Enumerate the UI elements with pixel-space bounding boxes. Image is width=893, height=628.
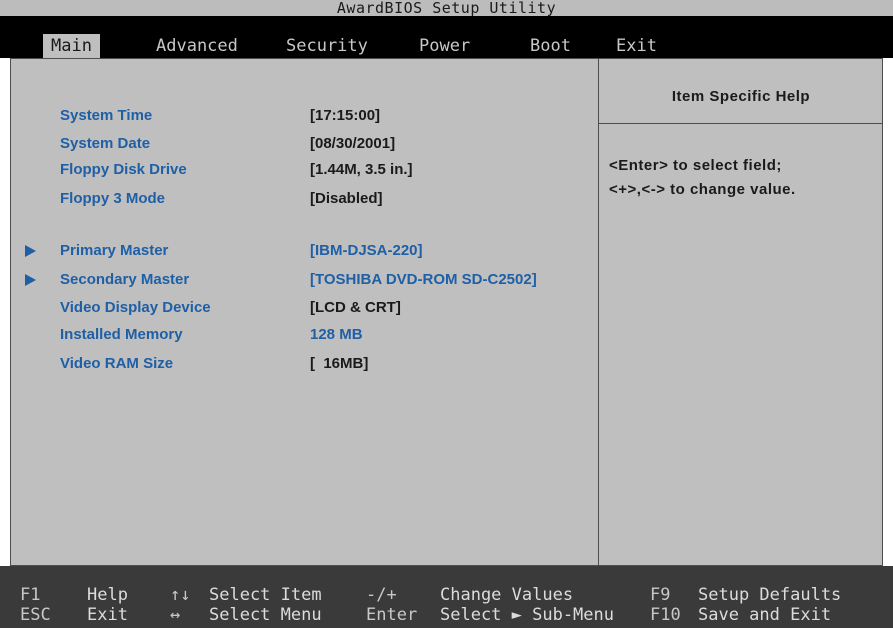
settings-panel: System Time [17:15:00] System Date [08/3… [11, 59, 598, 565]
esc-key: ESC [20, 605, 51, 625]
window-title: AwardBIOS Setup Utility [0, 0, 893, 16]
tab-boot[interactable]: Boot [522, 34, 579, 58]
f10-key: F10 [650, 605, 681, 625]
setting-label: Video Display Device [60, 299, 211, 316]
tab-exit[interactable]: Exit [608, 34, 665, 58]
setting-label: Video RAM Size [60, 355, 174, 372]
setting-label: Floppy 3 Mode [60, 190, 165, 207]
leftright-desc: Select Menu [209, 605, 322, 625]
item-help-panel: Item Specific Help <Enter> to select fie… [598, 59, 883, 565]
help-title: Item Specific Help [599, 59, 883, 124]
enter-key: Enter [366, 605, 418, 625]
setting-system-time[interactable]: System Time [17:15:00] [11, 105, 598, 127]
help-text: <Enter> to select field; <+>,<-> to chan… [599, 154, 883, 202]
tab-advanced[interactable]: Advanced [148, 34, 246, 58]
setting-secondary-master[interactable]: Secondary Master [TOSHIBA DVD-ROM SD-C25… [11, 269, 598, 291]
setting-value[interactable]: [TOSHIBA DVD-ROM SD-C2502] [310, 269, 537, 291]
setting-label: Floppy Disk Drive [60, 161, 187, 178]
setting-value[interactable]: [ 16MB] [310, 353, 368, 375]
setting-value[interactable]: [1.44M, 3.5 in.] [310, 159, 413, 181]
f9-key: F9 [650, 585, 671, 605]
leftright-arrows-icon: ↔ [170, 605, 181, 625]
f1-key: F1 [20, 585, 41, 605]
setup-screen: System Time [17:15:00] System Date [08/3… [10, 58, 883, 566]
setting-value[interactable]: [08/30/2001] [310, 133, 395, 155]
setting-floppy-disk-drive[interactable]: Floppy Disk Drive [1.44M, 3.5 in.] [11, 159, 598, 181]
submenu-arrow-icon [25, 245, 36, 257]
setting-video-display-device[interactable]: Video Display Device [LCD & CRT] [11, 297, 598, 319]
setting-floppy-3-mode[interactable]: Floppy 3 Mode [Disabled] [11, 188, 598, 210]
setting-label: Secondary Master [60, 271, 190, 288]
enter-desc: Select ► Sub-Menu [440, 605, 614, 625]
updown-arrows-icon: ↑↓ [170, 585, 191, 605]
f1-desc: Help [87, 585, 128, 605]
plusminus-desc: Change Values [440, 585, 574, 605]
tab-power[interactable]: Power [411, 34, 478, 58]
updown-desc: Select Item [209, 585, 322, 605]
menu-bar: Main Advanced Security Power Boot Exit [0, 16, 893, 58]
tab-security[interactable]: Security [278, 34, 376, 58]
f10-desc: Save and Exit [698, 605, 832, 625]
f9-desc: Setup Defaults [698, 585, 842, 605]
plusminus-key: -/+ [366, 585, 397, 605]
setting-value[interactable]: [LCD & CRT] [310, 297, 401, 319]
help-line: <+>,<-> to change value. [609, 181, 796, 198]
setting-value[interactable]: [Disabled] [310, 188, 383, 210]
setting-installed-memory: Installed Memory 128 MB [11, 324, 598, 346]
setting-label: Installed Memory [60, 326, 183, 343]
setting-video-ram-size[interactable]: Video RAM Size [ 16MB] [11, 353, 598, 375]
setting-label: System Date [60, 135, 151, 152]
tab-main[interactable]: Main [43, 34, 100, 58]
key-legend: F1 Help ↑↓ Select Item -/+ Change Values… [0, 566, 893, 628]
setting-primary-master[interactable]: Primary Master [IBM-DJSA-220] [11, 240, 598, 262]
setting-system-date[interactable]: System Date [08/30/2001] [11, 133, 598, 155]
setting-value: 128 MB [310, 326, 363, 343]
setting-label: System Time [60, 107, 153, 124]
setting-value[interactable]: [17:15:00] [310, 105, 380, 127]
setting-label: Primary Master [60, 242, 169, 259]
setting-value[interactable]: [IBM-DJSA-220] [310, 240, 423, 262]
help-line: <Enter> to select field; [609, 157, 782, 174]
esc-desc: Exit [87, 605, 128, 625]
submenu-arrow-icon [25, 274, 36, 286]
